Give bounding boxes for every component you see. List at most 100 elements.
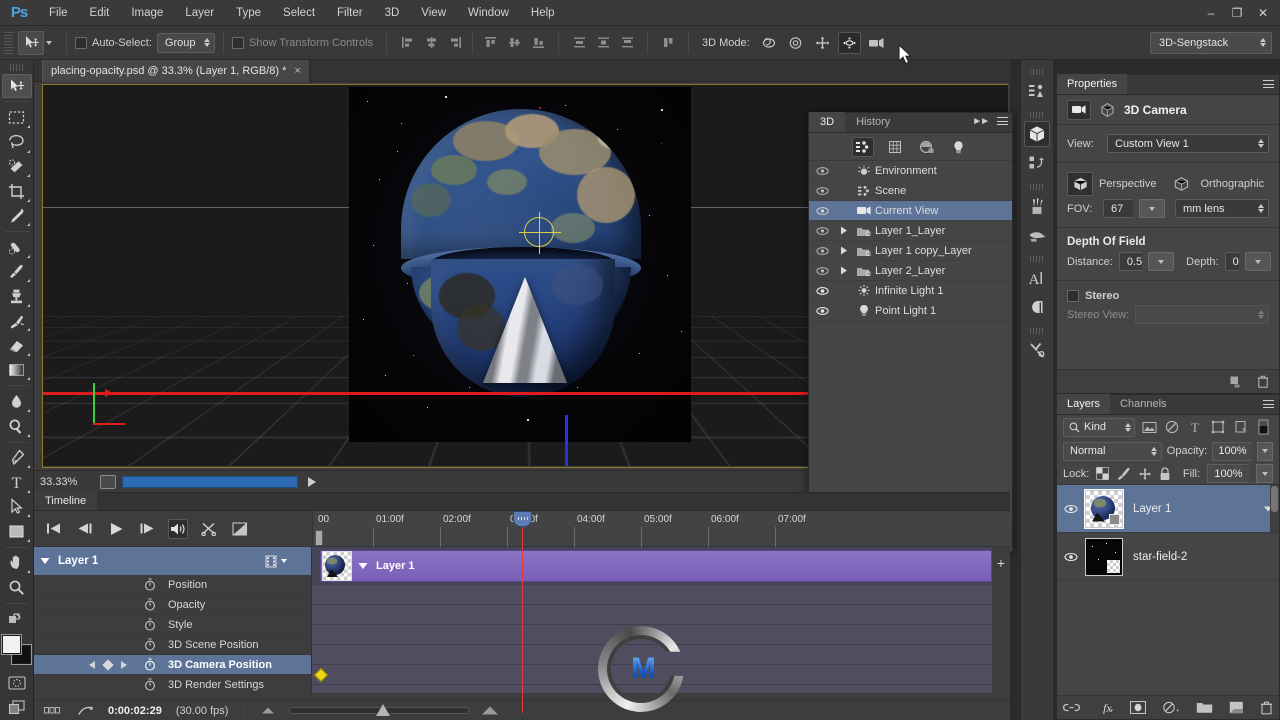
layer-row-layer-1[interactable]: Layer 1 (1057, 485, 1279, 533)
3d-row-current-view[interactable]: Current View (809, 201, 1012, 221)
menu-select[interactable]: Select (272, 0, 326, 26)
clip-expand-arrow-icon[interactable] (358, 562, 368, 570)
3d-row-layer-2-layer[interactable]: Layer 2_Layer (809, 261, 1012, 281)
timeline-prop-opacity[interactable]: Opacity (34, 595, 311, 615)
layer-thumbnail[interactable] (1085, 538, 1123, 576)
spot-healing-brush-tool[interactable] (2, 235, 32, 260)
document-info-icon[interactable] (100, 475, 116, 489)
3d-panel-icon[interactable] (1024, 121, 1050, 147)
lights-filter-icon[interactable] (948, 137, 970, 157)
lock-transparent-pixels-icon[interactable] (1096, 467, 1109, 480)
gradient-tool[interactable] (2, 358, 32, 383)
quick-mask-button[interactable] (2, 671, 32, 696)
3d-row-point-light-1[interactable]: Point Light 1 (809, 301, 1012, 321)
transition-button[interactable] (230, 519, 250, 539)
brush-panel-icon[interactable] (1024, 193, 1050, 219)
track-options[interactable] (265, 555, 287, 568)
panel-menu-icon[interactable] (1261, 400, 1274, 409)
timeline-prop-3d-camera-position[interactable]: 3D Camera Position (34, 655, 311, 675)
new-3d-icon[interactable] (1229, 375, 1243, 388)
convert-to-frame-animation-icon[interactable] (44, 705, 64, 716)
tab-3d[interactable]: 3D (809, 112, 845, 132)
stopwatch-icon[interactable] (144, 618, 156, 631)
visibility-toggle-icon[interactable] (809, 186, 835, 196)
depth-scrubber-button[interactable] (1245, 252, 1271, 271)
auto-align-layers-icon[interactable] (657, 32, 679, 54)
timeline-zoom-slider[interactable] (289, 707, 469, 714)
history-brush-tool[interactable] (2, 309, 32, 334)
lasso-tool[interactable] (2, 130, 32, 155)
work-area-start-handle[interactable] (315, 530, 323, 546)
paragraph-panel-icon[interactable] (1024, 294, 1050, 320)
panel-menu-icon[interactable] (1261, 80, 1274, 89)
eyedropper-tool[interactable] (2, 204, 32, 229)
depth-input[interactable]: 0 (1225, 252, 1239, 271)
brush-tool[interactable] (2, 260, 32, 285)
tools-panel-grip[interactable] (10, 64, 24, 71)
align-bottom-edges-icon[interactable] (527, 32, 549, 54)
tab-timeline[interactable]: Timeline (34, 492, 97, 510)
auto-select-checkbox[interactable] (75, 37, 87, 49)
slide-3d-camera-icon[interactable] (838, 32, 861, 54)
3d-row-infinite-light-1[interactable]: Infinite Light 1 (809, 281, 1012, 301)
align-left-edges-icon[interactable] (396, 32, 418, 54)
status-menu-icon[interactable] (308, 477, 316, 487)
menu-edit[interactable]: Edit (79, 0, 121, 26)
options-bar-grip[interactable] (4, 32, 13, 54)
audio-mute-button[interactable] (168, 519, 188, 539)
menu-3d[interactable]: 3D (374, 0, 411, 26)
actions-icon[interactable] (1024, 150, 1050, 176)
fov-unit-select[interactable]: mm lens (1175, 199, 1269, 218)
filter-pixel-icon[interactable] (1140, 418, 1158, 437)
dock-grip[interactable] (1030, 112, 1044, 118)
visibility-toggle-icon[interactable] (1057, 552, 1085, 562)
zoom-out-icon[interactable] (262, 708, 274, 714)
expand-arrow-icon[interactable] (835, 246, 853, 255)
color-swatches[interactable] (2, 635, 32, 664)
path-selection-tool[interactable] (2, 495, 32, 520)
collapse-to-icons-icon[interactable]: ►► (972, 116, 988, 127)
filter-adjustment-icon[interactable] (1163, 418, 1181, 437)
character-panel-icon[interactable]: A (1024, 265, 1050, 291)
tool-preset-chevron-icon[interactable] (46, 41, 52, 45)
filter-toggle-icon[interactable] (1255, 418, 1273, 437)
link-layers-icon[interactable] (1063, 702, 1080, 713)
add-media-button[interactable]: + (992, 547, 1010, 693)
tab-history[interactable]: History (845, 112, 901, 132)
timeline-prop-3d-render-settings[interactable]: 3D Render Settings (34, 675, 311, 693)
align-right-edges-icon[interactable] (444, 32, 466, 54)
menu-help[interactable]: Help (520, 0, 566, 26)
new-group-icon[interactable] (1196, 701, 1213, 714)
coordinates-icon[interactable] (1099, 102, 1116, 118)
layer-filter-kind-select[interactable]: Kind (1063, 418, 1135, 437)
add-keyframe-icon[interactable] (102, 659, 113, 670)
distance-scrubber-button[interactable] (1148, 252, 1174, 271)
visibility-toggle-icon[interactable] (809, 166, 835, 176)
show-transform-controls-checkbox[interactable] (232, 37, 244, 49)
layer-thumbnail[interactable] (1085, 490, 1123, 528)
play-button[interactable] (106, 519, 126, 539)
next-frame-button[interactable] (137, 519, 157, 539)
split-at-playhead-button[interactable] (199, 519, 219, 539)
tools-preset-icon[interactable] (1024, 337, 1050, 363)
delete-icon[interactable] (1257, 375, 1269, 388)
brush-presets-icon[interactable] (1024, 222, 1050, 248)
screen-mode-button[interactable] (2, 695, 32, 720)
mesh-filter-icon[interactable] (884, 137, 906, 157)
menu-layer[interactable]: Layer (174, 0, 225, 26)
rectangular-marquee-tool[interactable] (2, 105, 32, 130)
hand-tool[interactable] (2, 551, 32, 576)
expand-arrow-icon[interactable] (835, 266, 853, 275)
restore-button[interactable]: ❐ (1224, 0, 1250, 26)
menu-window[interactable]: Window (457, 0, 520, 26)
lock-position-icon[interactable] (1138, 467, 1152, 481)
menu-type[interactable]: Type (225, 0, 272, 26)
stopwatch-icon[interactable] (144, 598, 156, 611)
dock-grip[interactable] (1030, 256, 1044, 262)
distribute-vertical-center-icon[interactable] (592, 32, 614, 54)
pan-3d-camera-icon[interactable] (811, 32, 834, 54)
visibility-toggle-icon[interactable] (809, 206, 835, 216)
stereo-checkbox[interactable] (1067, 290, 1079, 302)
rectangle-tool[interactable] (2, 519, 32, 544)
previous-frame-button[interactable] (75, 519, 95, 539)
